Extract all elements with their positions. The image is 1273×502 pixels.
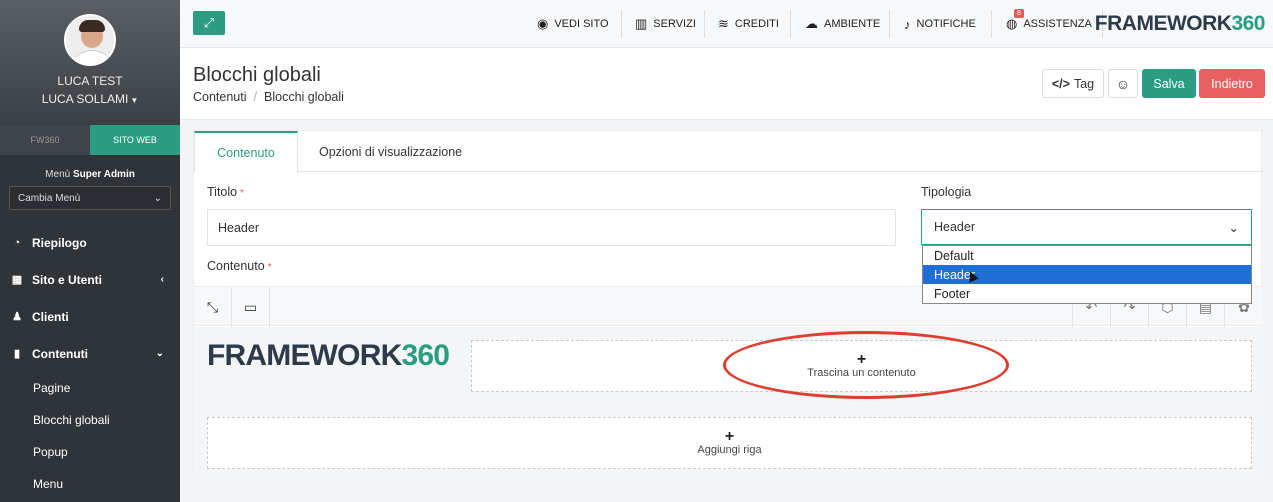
menu-select[interactable]: Cambia Menù ⌄	[9, 186, 171, 210]
page-title: Blocchi globali	[193, 64, 321, 86]
content-card: Contenuto Opzioni di visualizzazione Tit…	[193, 130, 1263, 475]
globe-icon: ◍	[1006, 16, 1018, 31]
sidebar-nav: ◔ Riepilogo ▦ Sito e Utenti ‹ ♟ Clienti ▮ Con…	[0, 224, 180, 500]
user-profile: LUCA TEST LUCA SOLLAMI ▼	[0, 0, 180, 125]
top-item-ambiente[interactable]: ☁ AMBIENTE	[805, 0, 880, 48]
eye-icon: ◉	[537, 16, 549, 31]
top-bar: ⤢ ◉ VEDI SITO ▥ SERVIZI ≋ CREDITI ☁ AMBIENTE…	[180, 0, 1273, 48]
save-button[interactable]: Salva	[1142, 69, 1196, 98]
annotation-ellipse	[723, 331, 1009, 399]
sidebar-subitem-popup[interactable]: Popup	[0, 436, 180, 468]
dashboard-icon: ◔	[13, 236, 21, 249]
sidebar-item-contenuti[interactable]: ▮ Contenuti ⌄	[0, 335, 180, 372]
tab-contenuto[interactable]: Contenuto	[194, 131, 298, 173]
caret-down-icon: ▼	[130, 96, 139, 105]
sidebar-item-clienti[interactable]: ♟ Clienti	[0, 298, 180, 335]
sidebar-subitem-blocchi-globali[interactable]: Blocchi globali	[0, 404, 180, 436]
top-item-vedi-sito[interactable]: ◉ VEDI SITO	[537, 0, 609, 48]
contenuto-label: Contenuto *	[207, 259, 272, 273]
emoji-button[interactable]: ☺	[1108, 69, 1138, 98]
editor-fullscreen-button[interactable]: ⤡	[194, 287, 232, 327]
page-header: Blocchi globali Contenuti / Blocchi global…	[180, 48, 1273, 120]
brand-logo: FRAMEWORK360	[1094, 12, 1266, 35]
editor-canvas: FRAMEWORK360 + Trascina un contenuto + A…	[194, 327, 1263, 475]
breadcrumb-contenuti[interactable]: Contenuti	[193, 90, 247, 104]
sidebar-subitem-pagine[interactable]: Pagine	[0, 372, 180, 404]
top-item-notifiche[interactable]: ♪ NOTIFICHE	[904, 0, 976, 48]
avatar[interactable]	[64, 14, 116, 66]
bell-icon: ♪	[904, 16, 911, 32]
top-item-servizi[interactable]: ▥ SERVIZI	[635, 0, 696, 48]
titolo-label: Titolo *	[207, 185, 245, 199]
expand-icon: ⤢	[203, 15, 215, 30]
breadcrumb-current: Blocchi globali	[264, 90, 344, 104]
plus-icon: +	[724, 428, 735, 445]
tag-button[interactable]: </> Tag	[1042, 69, 1104, 98]
sidebar-subitem-menu[interactable]: Menu	[0, 468, 180, 500]
building-icon: ▥	[635, 16, 648, 31]
coins-icon: ≋	[718, 16, 729, 31]
sidebar-item-riepilogo[interactable]: ◔ Riepilogo	[0, 224, 180, 261]
app-switch: FW360 SITO WEB	[0, 125, 180, 155]
user-name-line1: LUCA TEST	[57, 74, 123, 88]
chevron-down-icon: ⌄	[1228, 220, 1239, 235]
tipologia-label: Tipologia	[921, 185, 972, 199]
file-icon: ▮	[13, 348, 21, 360]
monitor-icon: ▭	[243, 298, 258, 315]
assistance-badge: 8	[1014, 9, 1024, 18]
tab-opzioni-visualizzazione[interactable]: Opzioni di visualizzazione	[319, 131, 462, 172]
titolo-input[interactable]: Header	[207, 209, 896, 246]
breadcrumb: Contenuti / Blocchi globali	[193, 90, 344, 104]
option-default[interactable]: Default	[923, 246, 1251, 265]
tipologia-select[interactable]: Header ⌄	[921, 209, 1252, 245]
top-item-crediti[interactable]: ≋ CREDITI	[718, 0, 779, 48]
editor-desktop-button[interactable]: ▭	[232, 287, 270, 327]
switch-tab-sito-web[interactable]: SITO WEB	[90, 125, 180, 155]
sidebar: LUCA TEST LUCA SOLLAMI ▼ FW360 SITO WEB M…	[0, 0, 180, 502]
arrows-expand-icon: ⤡	[206, 298, 219, 315]
sidebar-item-sito-utenti[interactable]: ▦ Sito e Utenti ‹	[0, 261, 180, 298]
fullscreen-button[interactable]: ⤢	[193, 11, 225, 35]
chevron-down-icon: ⌄	[153, 192, 162, 204]
tab-bar: Contenuto Opzioni di visualizzazione	[194, 131, 1263, 173]
framework360-logo[interactable]: FRAMEWORK360	[207, 339, 450, 373]
menu-label: Menù Super Admin	[45, 169, 135, 180]
user-menu-toggle[interactable]: LUCA SOLLAMI ▼	[0, 92, 180, 106]
switch-tab-fw360[interactable]: FW360	[0, 125, 90, 155]
user-icon: ♟	[12, 311, 22, 323]
add-row-zone[interactable]: + Aggiungi riga	[207, 417, 1252, 469]
sitemap-icon: ▦	[11, 274, 23, 286]
option-footer[interactable]: Footer	[923, 284, 1251, 303]
chevron-left-icon: ‹	[160, 274, 164, 285]
smile-icon: ☺	[1115, 75, 1131, 92]
code-icon: </>	[1051, 76, 1070, 91]
back-button[interactable]: Indietro	[1199, 69, 1265, 98]
chevron-down-icon: ⌄	[155, 348, 164, 359]
top-item-assistenza[interactable]: 8 ◍ ASSISTENZA	[1006, 0, 1092, 48]
cloud-icon: ☁	[805, 16, 818, 31]
